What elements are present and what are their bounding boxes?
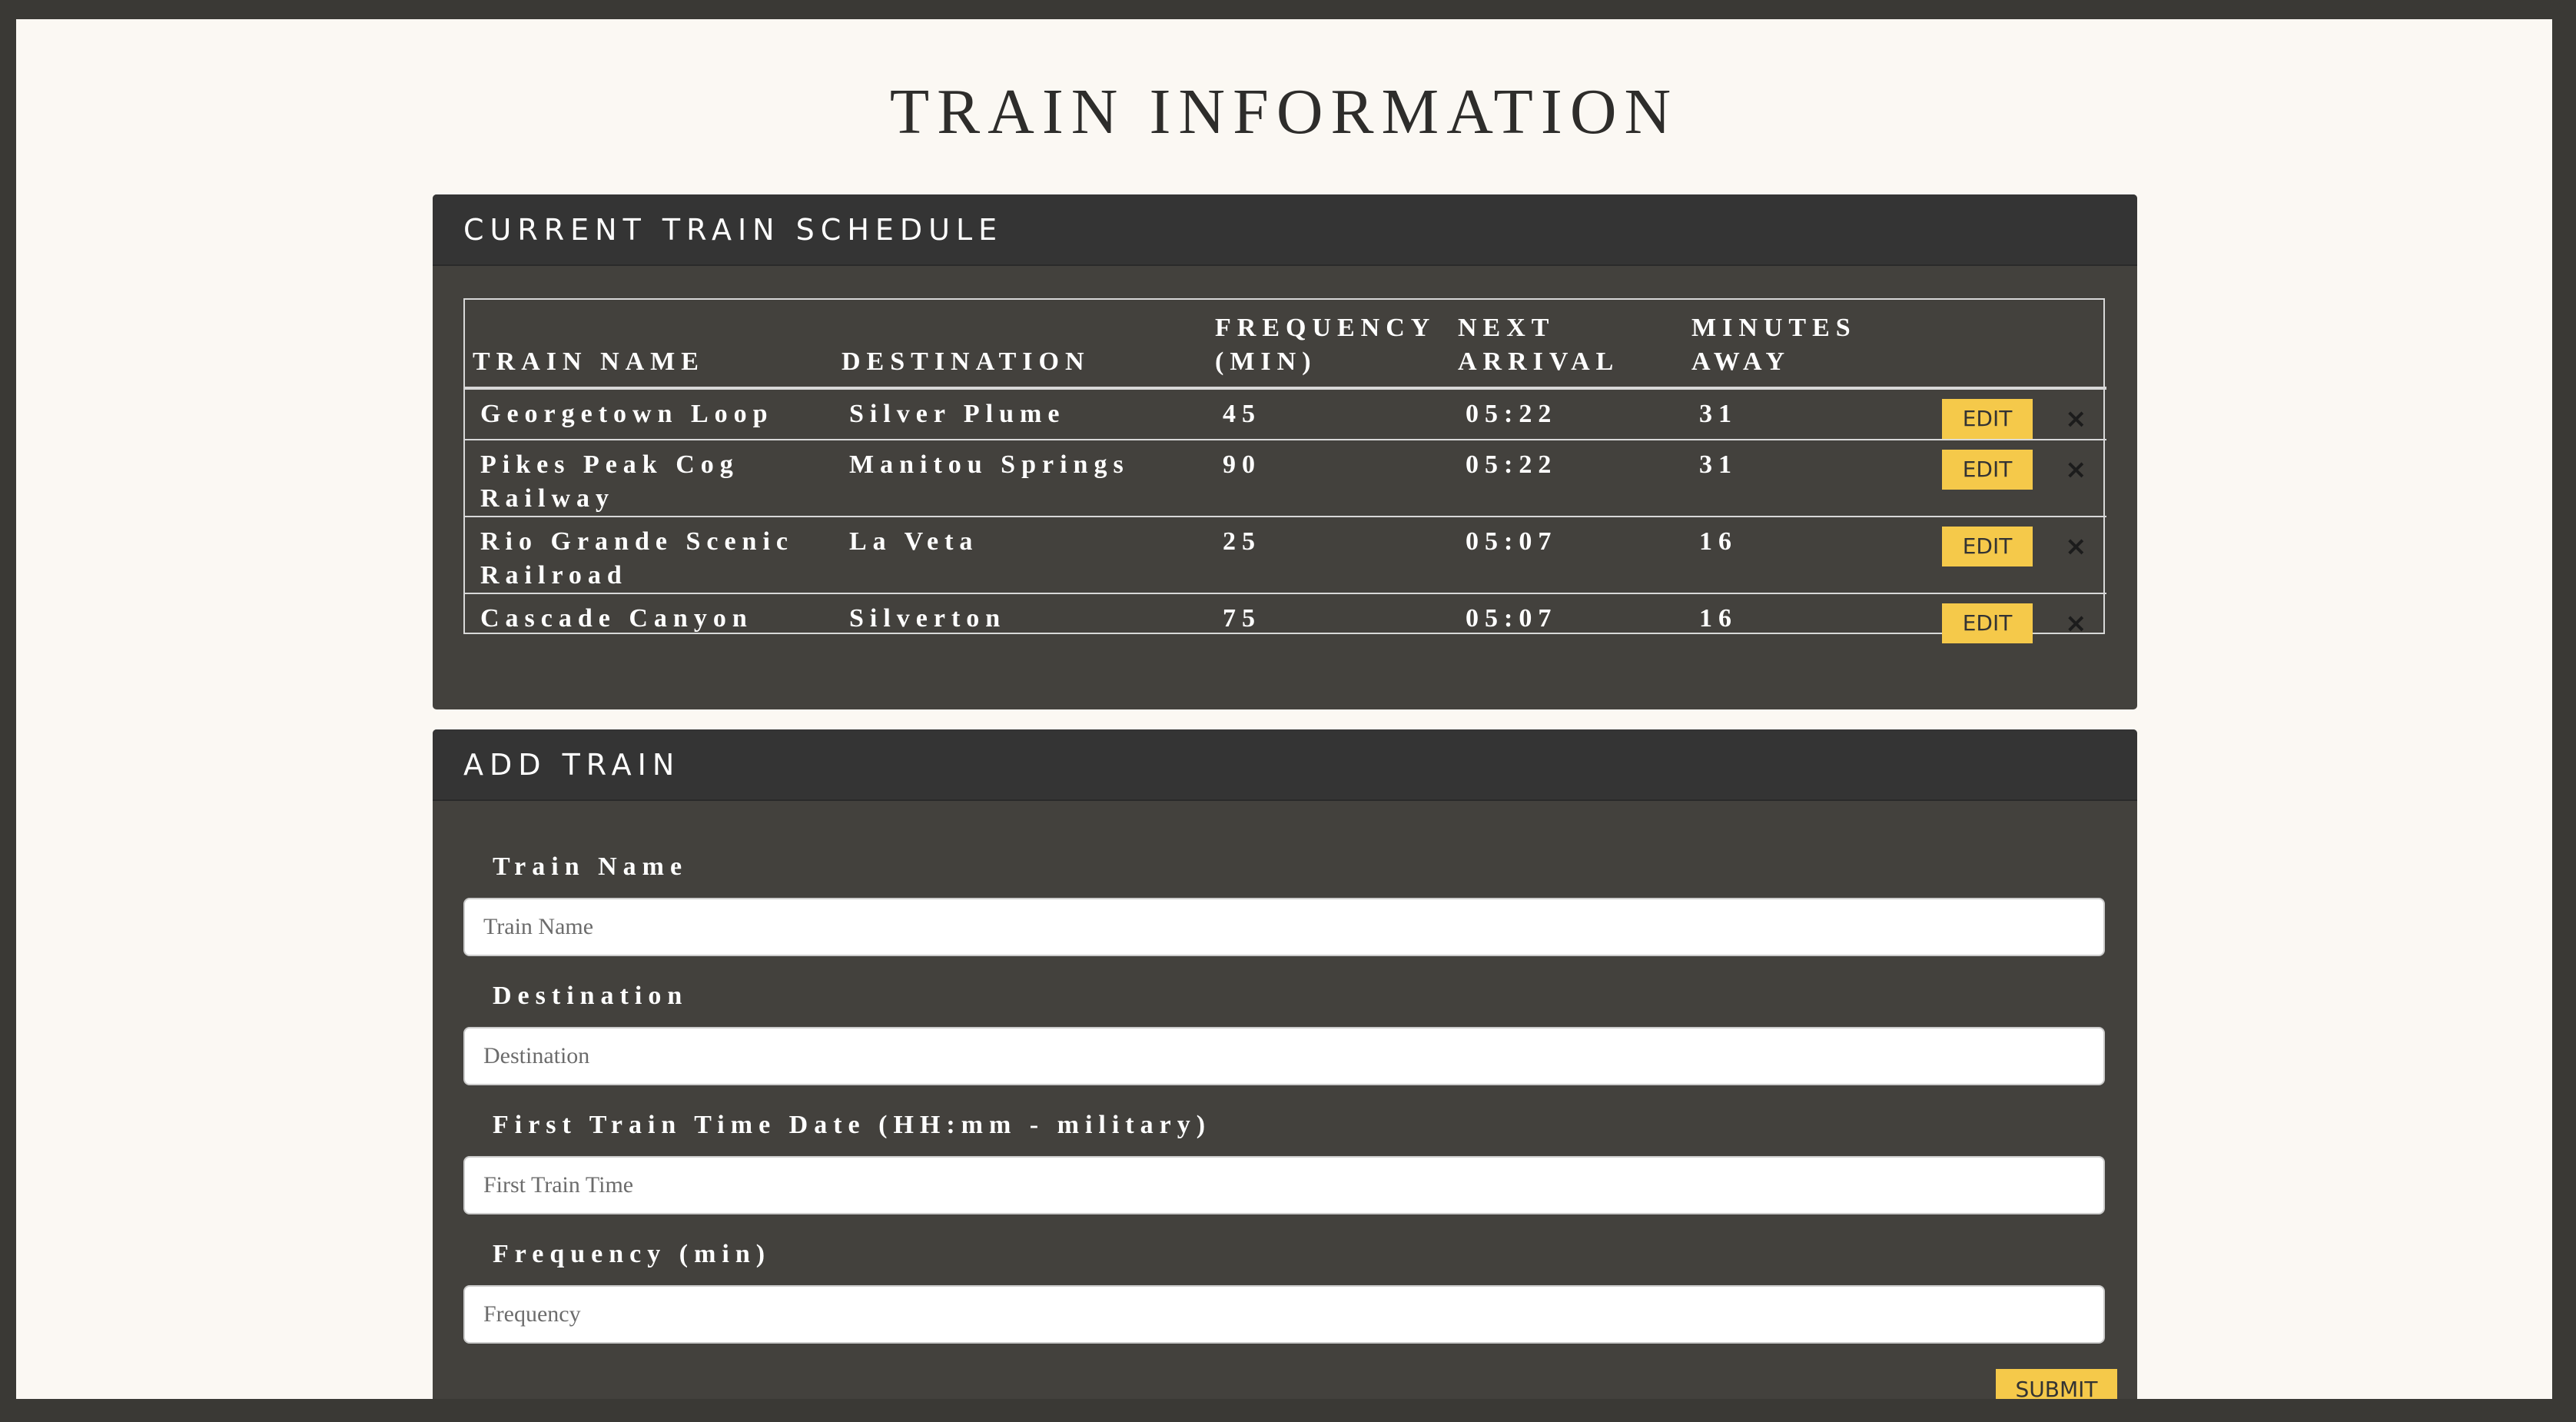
schedule-panel: CURRENT TRAIN SCHEDULE TRAIN NAME DESTIN… <box>433 194 2137 709</box>
cell-delete: × <box>2050 387 2106 440</box>
cell-next-arrival: 05:07 <box>1450 593 1684 643</box>
cell-train-name: Rio Grande Scenic Railroad <box>465 516 834 593</box>
edit-button[interactable]: EDIT <box>1942 399 2033 439</box>
cell-train-name: Cascade Canyon <box>465 593 834 643</box>
table-row: Georgetown Loop Silver Plume 45 05:22 31… <box>465 387 2106 440</box>
cell-minutes-away: 31 <box>1684 387 1927 440</box>
destination-label: Destination <box>493 982 689 1010</box>
column-header-next-arrival: NEXT ARRIVAL <box>1450 300 1684 390</box>
cell-frequency: 75 <box>1207 593 1450 643</box>
table-row: Rio Grande Scenic Railroad La Veta 25 05… <box>465 516 2106 593</box>
cell-edit: EDIT <box>1927 439 2050 517</box>
first-train-time-label: First Train Time Date (HH:mm - military) <box>493 1111 1212 1139</box>
column-header-delete <box>2050 300 2106 390</box>
schedule-heading-text: CURRENT TRAIN SCHEDULE <box>463 212 1004 247</box>
cell-destination: La Veta <box>834 516 1207 593</box>
add-train-panel: ADD TRAIN Train Name Destination First T… <box>433 729 2137 1399</box>
delete-icon[interactable]: × <box>2065 530 2087 563</box>
column-header-edit <box>1927 300 2050 390</box>
page-title: TRAIN INFORMATION <box>889 76 1679 148</box>
cell-minutes-away: 31 <box>1684 439 1927 517</box>
cell-train-name: Pikes Peak Cog Railway <box>465 439 834 517</box>
cell-frequency: 25 <box>1207 516 1450 593</box>
cell-destination: Silver Plume <box>834 387 1207 440</box>
edit-button[interactable]: EDIT <box>1942 527 2033 566</box>
column-header-minutes-away: MINUTES AWAY <box>1684 300 1927 390</box>
cell-next-arrival: 05:22 <box>1450 439 1684 517</box>
cell-destination: Silverton <box>834 593 1207 643</box>
train-name-input[interactable] <box>463 898 2105 956</box>
cell-edit: EDIT <box>1927 593 2050 643</box>
schedule-table-wrapper: TRAIN NAME DESTINATION FREQUENCY (MIN) N… <box>463 298 2106 643</box>
destination-input[interactable] <box>463 1027 2105 1085</box>
delete-icon[interactable]: × <box>2065 606 2087 640</box>
column-header-frequency: FREQUENCY (MIN) <box>1207 300 1450 390</box>
delete-icon[interactable]: × <box>2065 402 2087 436</box>
cell-next-arrival: 05:22 <box>1450 387 1684 440</box>
cell-destination: Manitou Springs <box>834 439 1207 517</box>
first-train-time-input[interactable] <box>463 1156 2105 1214</box>
submit-button[interactable]: SUBMIT <box>1996 1369 2117 1399</box>
cell-delete: × <box>2050 516 2106 593</box>
add-train-heading-text: ADD TRAIN <box>463 747 681 782</box>
table-row: Cascade Canyon Silverton 75 05:07 16 EDI… <box>465 593 2106 643</box>
page-frame: TRAIN INFORMATION CURRENT TRAIN SCHEDULE… <box>16 19 2552 1399</box>
cell-next-arrival: 05:07 <box>1450 516 1684 593</box>
edit-button[interactable]: EDIT <box>1942 450 2033 490</box>
cell-edit: EDIT <box>1927 516 2050 593</box>
cell-delete: × <box>2050 593 2106 643</box>
frequency-input[interactable] <box>463 1285 2105 1344</box>
schedule-panel-heading: CURRENT TRAIN SCHEDULE <box>433 194 2137 266</box>
cell-minutes-away: 16 <box>1684 593 1927 643</box>
table-header-row: TRAIN NAME DESTINATION FREQUENCY (MIN) N… <box>465 300 2106 390</box>
delete-icon[interactable]: × <box>2065 453 2087 487</box>
cell-minutes-away: 16 <box>1684 516 1927 593</box>
cell-frequency: 90 <box>1207 439 1450 517</box>
cell-train-name: Georgetown Loop <box>465 387 834 440</box>
train-name-label: Train Name <box>493 852 689 881</box>
frequency-label: Frequency (min) <box>493 1240 772 1268</box>
add-train-panel-heading: ADD TRAIN <box>433 729 2137 801</box>
column-header-destination: DESTINATION <box>834 300 1207 390</box>
cell-edit: EDIT <box>1927 387 2050 440</box>
column-header-train-name: TRAIN NAME <box>465 300 834 390</box>
schedule-table: TRAIN NAME DESTINATION FREQUENCY (MIN) N… <box>465 300 2106 643</box>
edit-button[interactable]: EDIT <box>1942 603 2033 643</box>
table-row: Pikes Peak Cog Railway Manitou Springs 9… <box>465 439 2106 517</box>
cell-delete: × <box>2050 439 2106 517</box>
cell-frequency: 45 <box>1207 387 1450 440</box>
